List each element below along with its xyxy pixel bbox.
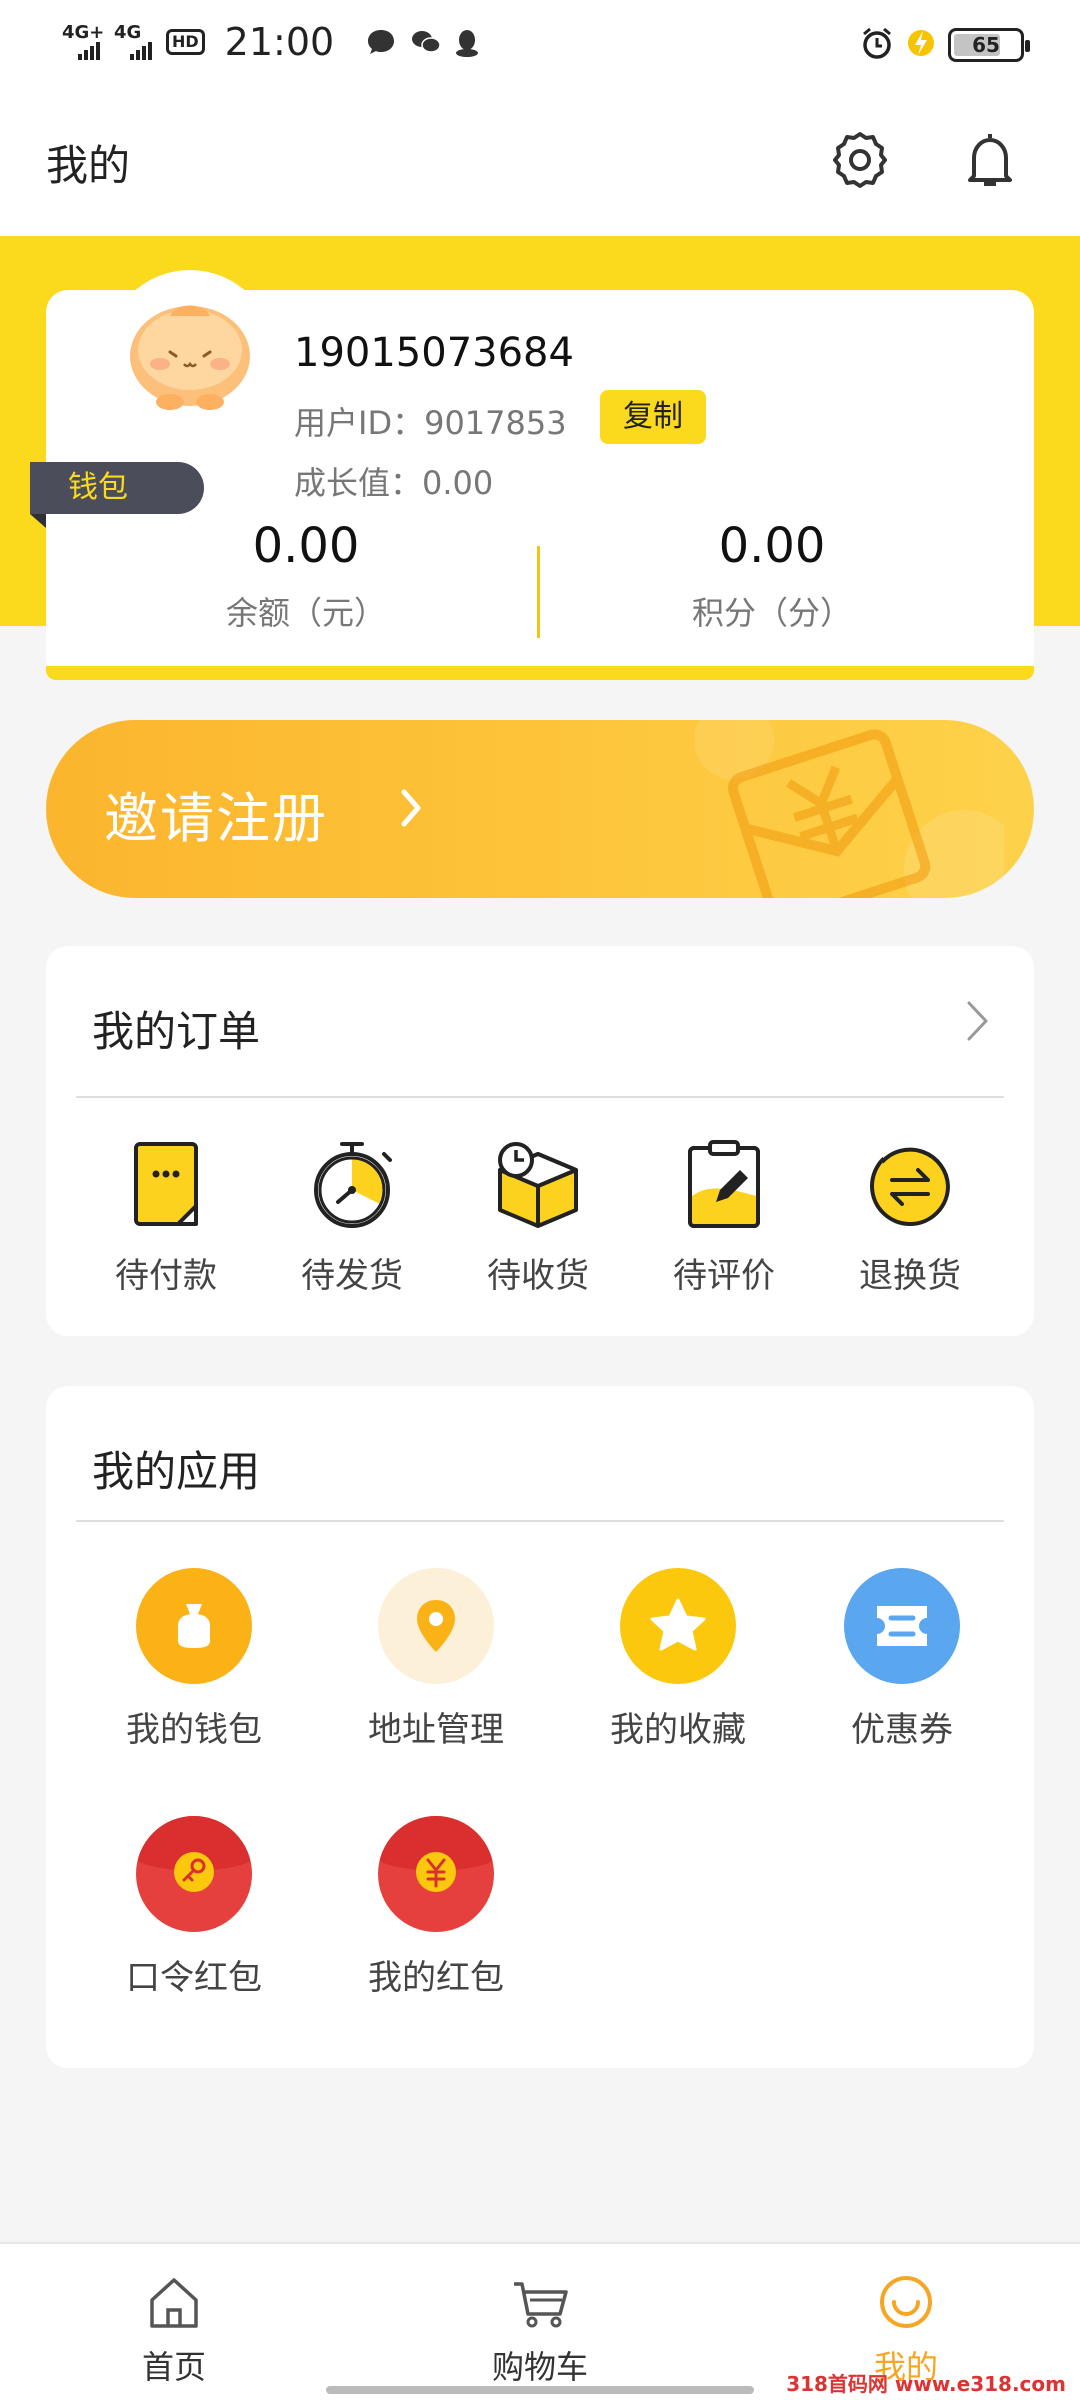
nav-cart[interactable]: 购物车 xyxy=(440,2272,640,2388)
profile-card: 19015073684 用户ID：9017853 复制 成长值：0.00 钱包 … xyxy=(30,270,1034,680)
app-password-red-packet[interactable]: 口令红包 xyxy=(94,1816,294,1999)
order-label: 待评价 xyxy=(673,1256,775,1296)
app-label: 我的钱包 xyxy=(126,1710,262,1750)
divider xyxy=(76,1520,1004,1522)
points-value: 0.00 xyxy=(718,518,826,574)
order-label: 待发货 xyxy=(301,1256,403,1296)
wechat-icon xyxy=(410,28,441,56)
app-coupons[interactable]: 优惠券 xyxy=(802,1568,1002,1751)
my-apps-card: 我的应用 我的钱包 地址管理 我的收藏 优惠券 口令红包 我的红包 xyxy=(46,1386,1034,2068)
nav-label: 首页 xyxy=(141,2348,206,2386)
app-address-management[interactable]: 地址管理 xyxy=(336,1568,536,1751)
alarm-clock-icon xyxy=(860,26,894,64)
app-label: 我的收藏 xyxy=(610,1710,746,1750)
yuan-red-packet-icon xyxy=(378,1816,494,1892)
chevron-right-icon xyxy=(401,789,421,827)
gear-icon xyxy=(833,132,887,188)
wallet-tag[interactable]: 钱包 xyxy=(30,462,204,528)
app-label: 我的红包 xyxy=(368,1958,504,1998)
red-envelope-yuan-icon xyxy=(694,720,1004,898)
nav-home[interactable]: 首页 xyxy=(74,2272,274,2388)
coupon-icon xyxy=(877,1606,927,1646)
status-bar: 4G+ 4G HD 21:00 65 xyxy=(0,0,1080,88)
qq-icon xyxy=(454,28,484,57)
order-return-exchange[interactable]: 退换货 xyxy=(830,1136,990,1297)
signal-4g-icon: 4G xyxy=(114,24,152,60)
orders-title: 我的订单 xyxy=(92,1007,261,1056)
notifications-button[interactable] xyxy=(958,128,1022,192)
app-label: 口令红包 xyxy=(126,1958,262,1998)
points-stat[interactable]: 0.00 积分（分） xyxy=(622,518,922,634)
star-icon xyxy=(650,1598,706,1651)
pending-payment-icon xyxy=(134,1142,198,1226)
chevron-right-icon[interactable] xyxy=(964,998,992,1044)
order-pending-payment[interactable]: 待付款 xyxy=(86,1136,246,1297)
card-accent-bar xyxy=(46,666,1034,680)
charging-bolt-icon xyxy=(906,26,936,64)
divider xyxy=(76,1096,1004,1098)
balance-value: 0.00 xyxy=(252,518,360,574)
avatar[interactable] xyxy=(106,270,274,438)
apps-title: 我的应用 xyxy=(92,1447,261,1496)
hd-icon: HD xyxy=(166,29,205,55)
watermark: 318首码网 www.e318.com xyxy=(786,2372,1066,2396)
order-label: 待付款 xyxy=(115,1256,217,1296)
growth-value: 成长值：0.00 xyxy=(294,464,494,502)
home-icon xyxy=(150,2278,198,2328)
app-label: 优惠券 xyxy=(851,1710,953,1750)
app-my-red-packets[interactable]: 我的红包 xyxy=(336,1816,536,1999)
user-phone: 19015073684 xyxy=(294,330,574,376)
balance-label: 余额（元） xyxy=(225,594,386,632)
battery-indicator: 65 xyxy=(948,28,1030,62)
signal-4g-plus-icon: 4G+ xyxy=(62,24,104,60)
location-pin-icon xyxy=(417,1600,455,1652)
smile-profile-icon xyxy=(880,2276,932,2328)
user-id: 用户ID：9017853 xyxy=(294,404,567,442)
bell-icon xyxy=(968,134,1012,186)
message-bubble-icon xyxy=(366,28,396,56)
invite-register-label: 邀请注册 xyxy=(104,787,328,850)
my-orders-card: 我的订单 待付款 待发货 待收货 待评价 退换货 xyxy=(46,946,1034,1336)
order-pending-shipment[interactable]: 待发货 xyxy=(272,1136,432,1297)
balance-stat[interactable]: 0.00 余额（元） xyxy=(156,518,456,634)
return-exchange-icon xyxy=(870,1146,950,1226)
stat-divider xyxy=(537,546,540,638)
cart-icon xyxy=(514,2282,568,2328)
page-header: 我的 xyxy=(0,88,1080,236)
cartoon-avatar-icon xyxy=(130,305,250,410)
invite-register-banner[interactable]: 邀请注册 xyxy=(46,720,1034,898)
nav-label: 购物车 xyxy=(491,2348,588,2386)
copy-id-button[interactable]: 复制 xyxy=(600,390,706,444)
order-label: 待收货 xyxy=(487,1256,589,1296)
key-red-packet-icon xyxy=(136,1816,252,1892)
app-label: 地址管理 xyxy=(368,1710,504,1750)
order-label: 退换货 xyxy=(859,1256,961,1296)
order-pending-review[interactable]: 待评价 xyxy=(644,1136,804,1297)
page-title: 我的 xyxy=(46,141,131,190)
pending-shipment-icon xyxy=(314,1142,392,1228)
status-time: 21:00 xyxy=(224,20,335,64)
points-label: 积分（分） xyxy=(691,594,852,632)
order-pending-receipt[interactable]: 待收货 xyxy=(458,1136,618,1297)
app-my-wallet[interactable]: 我的钱包 xyxy=(94,1568,294,1751)
settings-button[interactable] xyxy=(828,128,892,192)
app-my-favorites[interactable]: 我的收藏 xyxy=(578,1568,778,1751)
home-indicator[interactable] xyxy=(326,2386,754,2394)
pending-receipt-icon xyxy=(498,1142,578,1228)
pending-review-icon xyxy=(688,1140,760,1228)
wallet-bag-icon xyxy=(178,1604,210,1648)
